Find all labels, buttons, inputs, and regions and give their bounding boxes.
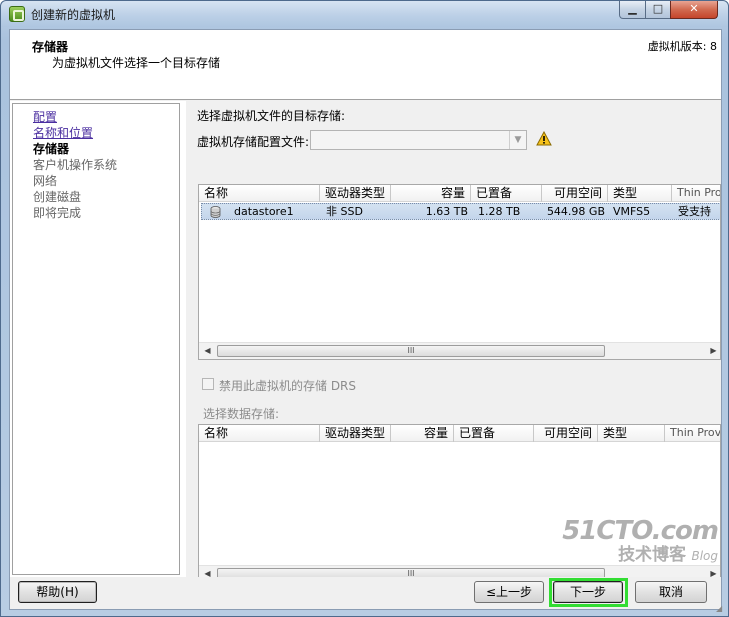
col2-type[interactable]: 类型 [598, 425, 665, 442]
storage-profile-label: 虚拟机存储配置文件: [197, 135, 310, 149]
cell-capacity: 1.63 TB [425, 205, 468, 218]
scroll-left-icon[interactable]: ◀ [199, 343, 216, 359]
nav-step-network: 网络 [33, 174, 58, 188]
window-title: 创建新的虚拟机 [31, 8, 116, 22]
col2-provisioned[interactable]: 已置备 [454, 425, 534, 442]
disable-drs-checkbox[interactable] [202, 378, 214, 390]
wizard-header: 存储器 为虚拟机文件选择一个目标存储 虚拟机版本: 8 [10, 30, 721, 100]
table-header-2: 名称 驱动器类型 容量 已置备 可用空间 类型 Thin Provi [199, 425, 720, 442]
wizard-footer: 帮助(H) ≤上一步 下一步 取消 [10, 577, 721, 609]
cell-drive-type: 非 SSD [326, 205, 363, 218]
nav-step-name-location[interactable]: 名称和位置 [33, 125, 93, 141]
col-type[interactable]: 类型 [608, 185, 672, 202]
nav-step-create-disk: 创建磁盘 [33, 190, 82, 204]
page-title: 存储器 [32, 40, 69, 54]
cell-provisioned: 1.28 TB [478, 205, 521, 218]
minimize-button[interactable]: ▁ [619, 1, 646, 19]
storage-panel: 选择虚拟机文件的目标存储: 虚拟机存储配置文件: ▼ 名称 驱动器类型 容量 已… [186, 101, 721, 583]
resize-grip-icon[interactable]: ◢ [716, 604, 726, 614]
storage-profile-select[interactable]: ▼ [310, 130, 527, 150]
scroll-thumb[interactable]: III [217, 345, 605, 357]
col-drive-type[interactable]: 驱动器类型 [320, 185, 391, 202]
maximize-button[interactable]: □ [645, 1, 671, 19]
chevron-down-icon[interactable]: ▼ [509, 131, 526, 149]
scroll-right-icon[interactable]: ▶ [705, 343, 720, 359]
vm-version-label: 虚拟机版本: 8 [647, 40, 717, 53]
warning-triangle-icon [536, 131, 552, 146]
col2-name[interactable]: 名称 [199, 425, 320, 442]
col-capacity[interactable]: 容量 [391, 185, 471, 202]
cell-type: VMFS5 [613, 205, 651, 218]
col2-thin-provisioning[interactable]: Thin Provi [665, 425, 720, 442]
col2-drive-type[interactable]: 驱动器类型 [320, 425, 391, 442]
horizontal-scrollbar[interactable]: ◀ III ▶ [199, 342, 720, 359]
table-header: 名称 驱动器类型 容量 已置备 可用空间 类型 Thin Provi [199, 185, 720, 202]
wizard-body: 配置 名称和位置 存储器 客户机操作系统 网络 创建磁盘 即将完成 选择虚拟机文… [10, 101, 721, 583]
help-button[interactable]: 帮助(H) [18, 581, 97, 603]
col2-free-space[interactable]: 可用空间 [534, 425, 598, 442]
vm-app-icon [9, 6, 25, 22]
cell-name: datastore1 [234, 205, 294, 218]
col-provisioned[interactable]: 已置备 [471, 185, 542, 202]
nav-step-config[interactable]: 配置 [33, 109, 57, 125]
cell-free-space: 544.98 GB [546, 205, 605, 218]
select-datastore-label: 选择数据存储: [203, 407, 280, 421]
title-bar[interactable]: 创建新的虚拟机 ▁ □ ✕ [1, 1, 728, 27]
nav-step-storage: 存储器 [33, 142, 70, 156]
cancel-button[interactable]: 取消 [635, 581, 707, 603]
col-free-space[interactable]: 可用空间 [542, 185, 608, 202]
back-button[interactable]: ≤上一步 [474, 581, 544, 603]
col2-capacity[interactable]: 容量 [391, 425, 454, 442]
datastore-icon [210, 206, 221, 218]
nav-step-guest-os: 客户机操作系统 [33, 158, 118, 172]
cell-thin-provisioning: 受支持 [678, 205, 711, 218]
nav-step-ready: 即将完成 [33, 206, 82, 220]
close-button[interactable]: ✕ [670, 1, 718, 19]
col-name[interactable]: 名称 [199, 185, 320, 202]
page-subtitle: 为虚拟机文件选择一个目标存储 [52, 56, 221, 70]
next-button-highlight [549, 578, 628, 607]
wizard-window: 创建新的虚拟机 ▁ □ ✕ 存储器 为虚拟机文件选择一个目标存储 虚拟机版本: … [0, 0, 729, 617]
table-row[interactable]: datastore1 非 SSD 1.63 TB 1.28 TB 544.98 … [201, 203, 720, 220]
wizard-steps-nav: 配置 名称和位置 存储器 客户机操作系统 网络 创建磁盘 即将完成 [12, 103, 180, 575]
col-thin-provisioning[interactable]: Thin Provi [672, 185, 720, 202]
datastore-table: 名称 驱动器类型 容量 已置备 可用空间 类型 Thin Provi [198, 184, 721, 360]
disable-drs-label: 禁用此虚拟机的存储 DRS [219, 379, 357, 393]
watermark-logo: 51CTO.com 技术博客 Blog [562, 516, 719, 565]
select-target-label: 选择虚拟机文件的目标存储: [197, 109, 346, 123]
